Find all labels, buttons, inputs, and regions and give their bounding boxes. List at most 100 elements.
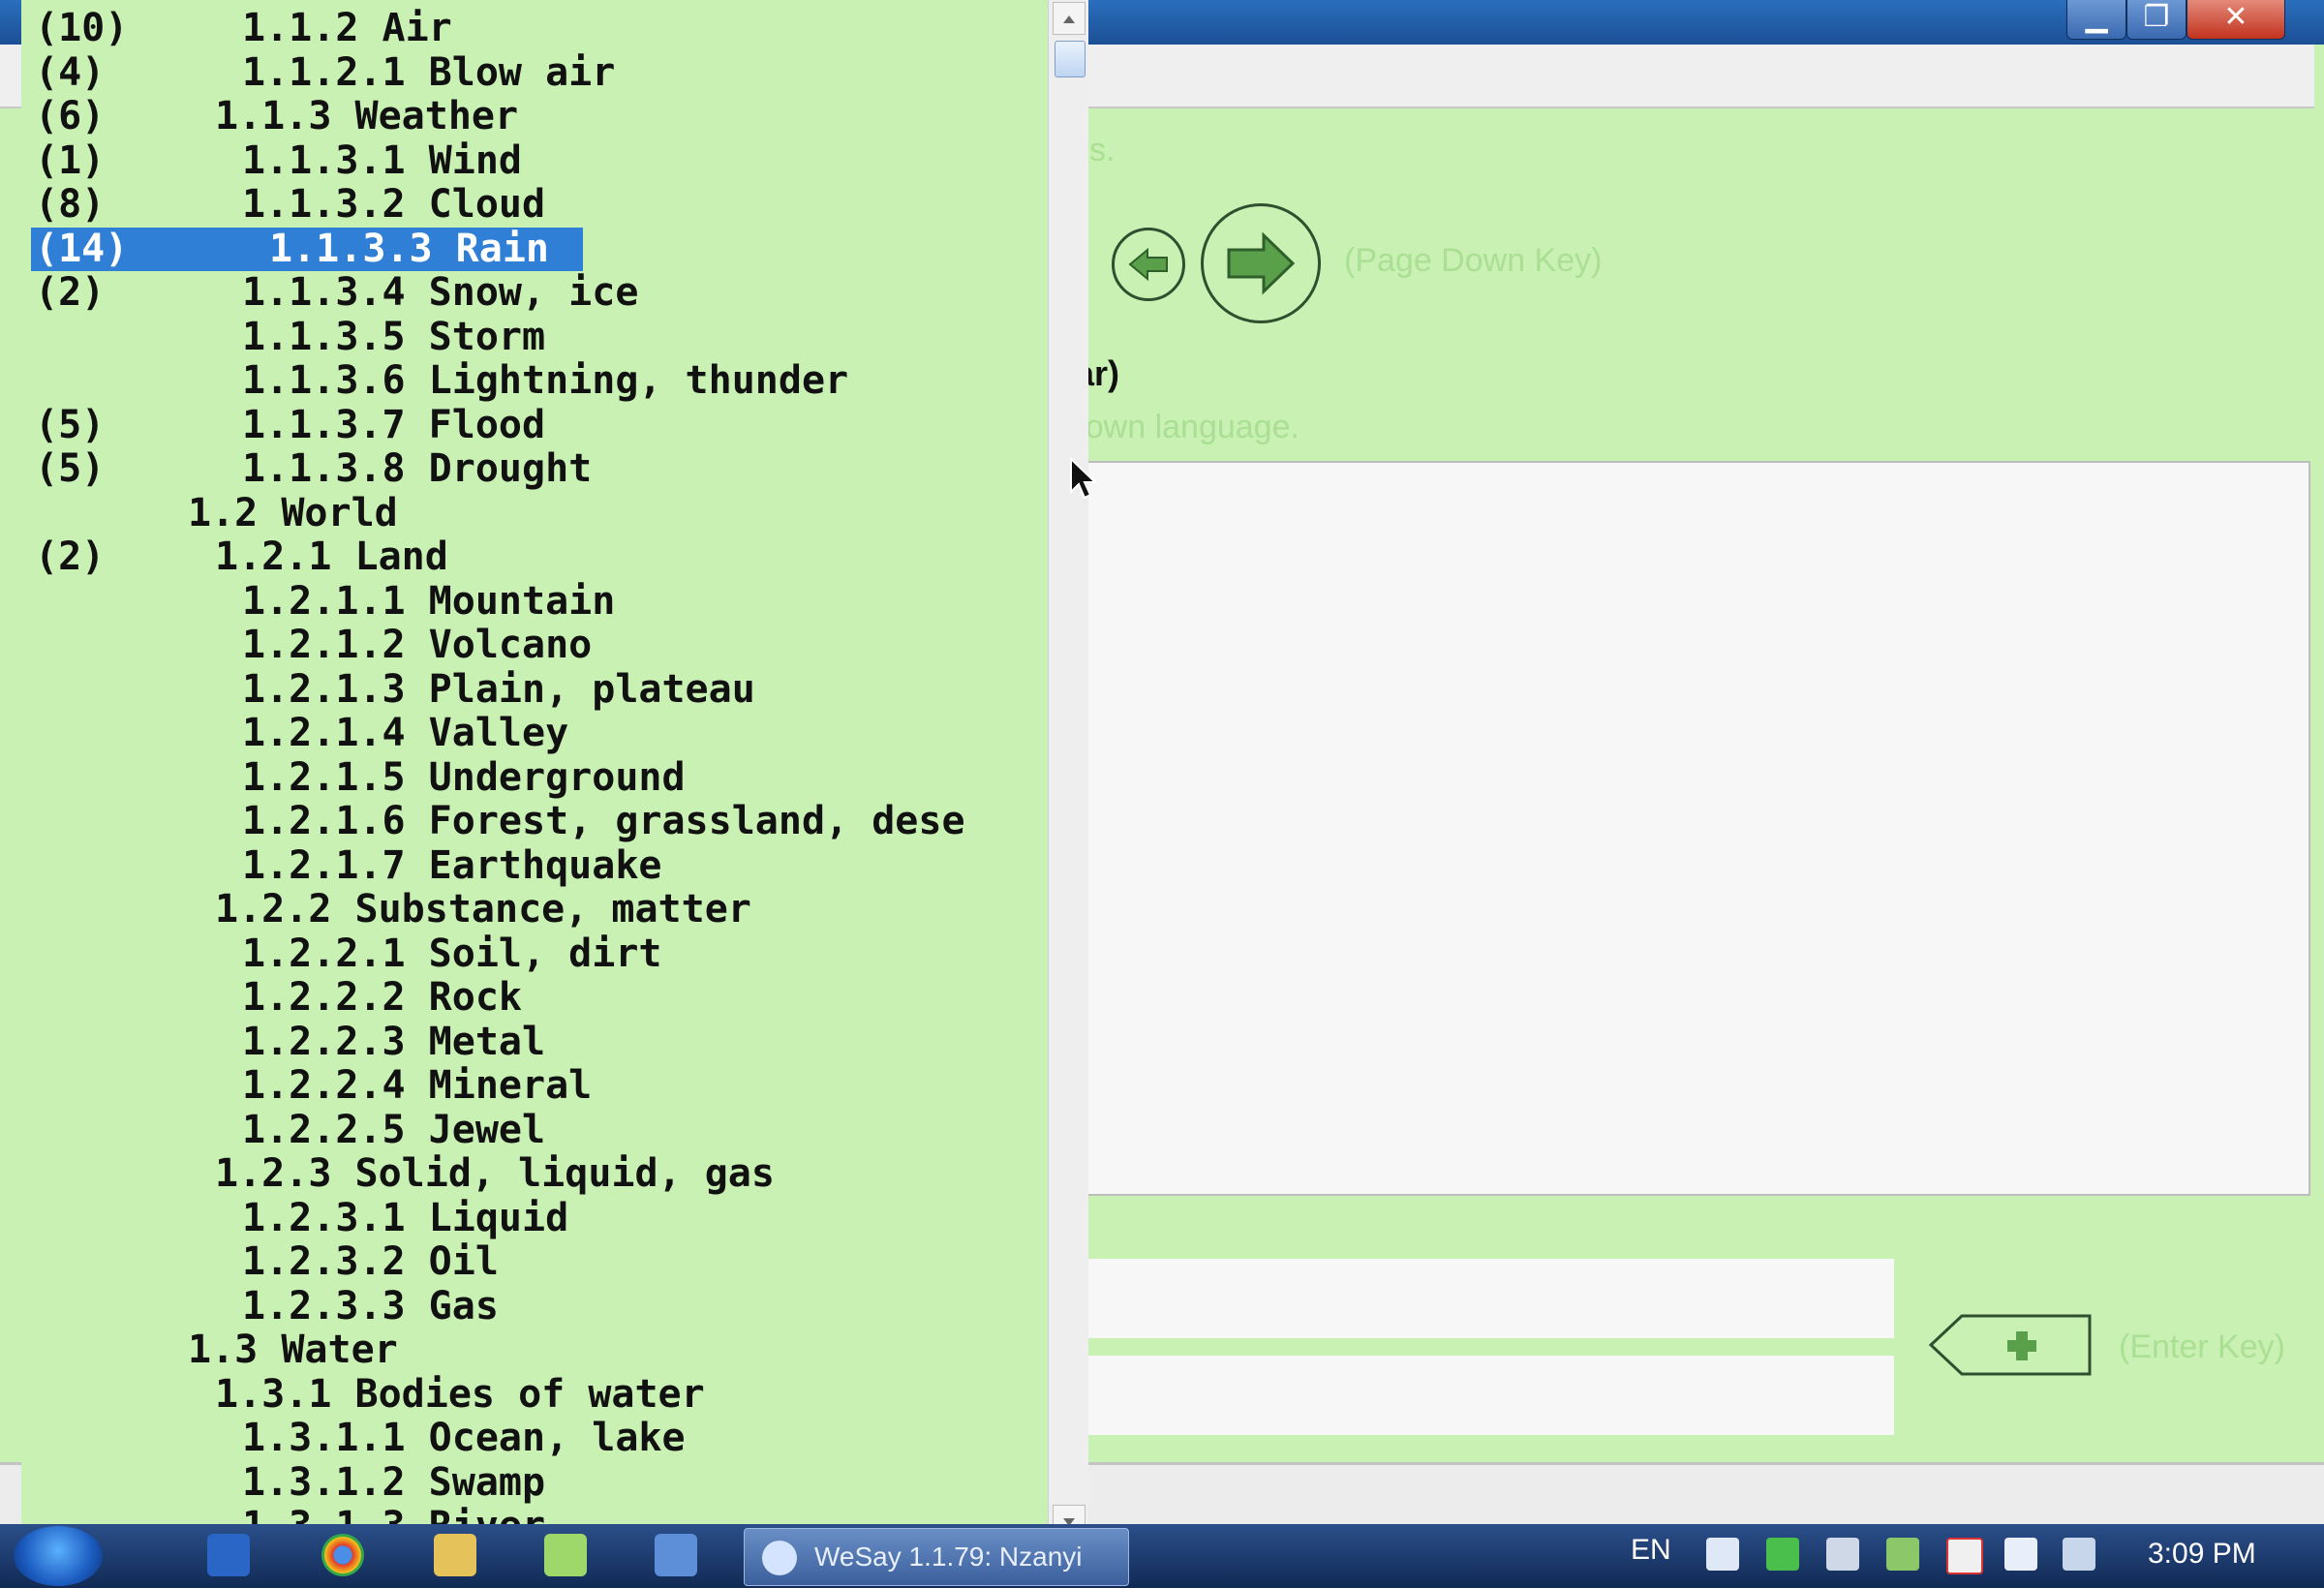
list-item[interactable]: 1.3 Water — [21, 1328, 1048, 1372]
item-label: 1.2.1 Land — [215, 534, 448, 579]
scroll-thumb[interactable] — [1055, 41, 1086, 77]
list-item[interactable]: 1.2.3.1 Liquid — [21, 1196, 1048, 1240]
list-scrollbar[interactable] — [1048, 0, 1088, 1542]
item-label: 1.2 World — [188, 490, 398, 535]
item-label: 1.2.1.2 Volcano — [242, 623, 593, 667]
item-label: 1.2.1.6 Forest, grassland, dese — [242, 799, 965, 843]
word-entry-field-1[interactable] — [1085, 1259, 1894, 1338]
item-label: 1.2.3.3 Gas — [242, 1283, 499, 1328]
arrow-right-icon — [1227, 231, 1296, 295]
list-item[interactable]: (5) 1.1.3.7 Flood — [21, 402, 1048, 447]
internet-explorer-icon[interactable] — [207, 1534, 250, 1576]
taskbar-item-label: WeSay 1.1.79: Nzanyi — [814, 1542, 1083, 1572]
list-item[interactable]: 1.2.2.2 Rock — [21, 976, 1048, 1020]
list-item[interactable]: (2) 1.1.3.4 Snow, ice — [21, 271, 1048, 315]
list-item[interactable]: 1.3.1.2 Swamp — [21, 1459, 1048, 1505]
list-item[interactable]: 1.2.1.1 Mountain — [21, 578, 1048, 624]
item-count: (2) — [35, 270, 106, 315]
list-item[interactable]: 1.2.3.2 Oil — [21, 1240, 1048, 1284]
page-down-hint: (Page Down Key) — [1344, 242, 1603, 279]
list-item[interactable]: 1.2.2.3 Metal — [21, 1019, 1048, 1064]
minimize-button[interactable]: ▁ — [2066, 0, 2126, 40]
item-label: 1.1.2.1 Blow air — [242, 49, 616, 95]
folder-icon[interactable] — [434, 1534, 476, 1576]
list-item[interactable]: (2) 1.2.1 Land — [21, 535, 1048, 579]
network-icon[interactable] — [1886, 1538, 1919, 1571]
list-item[interactable]: (1) 1.1.3.1 Wind — [21, 137, 1048, 183]
list-item[interactable]: 1.2.1.5 Underground — [21, 755, 1048, 800]
start-button[interactable] — [14, 1526, 103, 1586]
plus-tag-icon — [1928, 1314, 2092, 1376]
chrome-icon[interactable] — [321, 1534, 364, 1576]
display-icon[interactable] — [2063, 1538, 2095, 1571]
taskbar: WeSay 1.1.79: Nzanyi EN 3:09 PM — [0, 1524, 2324, 1588]
mouse-cursor-icon — [1070, 457, 1098, 500]
item-label: 1.3.1.2 Swamp — [242, 1459, 546, 1505]
definition-textbox[interactable] — [1085, 461, 2310, 1196]
item-label: 1.1.3.2 Cloud — [242, 182, 546, 227]
chevron-up-icon — [1063, 15, 1075, 23]
item-label: 1.2.2 Substance, matter — [215, 887, 751, 931]
item-label: 1.1.3.8 Drought — [242, 446, 593, 491]
item-label: 1.3.1 Bodies of water — [215, 1371, 705, 1417]
list-item[interactable]: 1.3.1.1 Ocean, lake — [21, 1417, 1048, 1460]
item-label: 1.2.2.3 Metal — [242, 1019, 546, 1064]
list-item-selected[interactable]: (14) 1.1.3.3 Rain — [21, 226, 1048, 271]
word-entry-field-2[interactable] — [1085, 1356, 1894, 1435]
list-item[interactable]: 1.2.1.3 Plain, plateau — [21, 666, 1048, 712]
list-item[interactable]: (5) 1.1.3.8 Drought — [21, 447, 1048, 491]
list-item[interactable]: (4) 1.1.2.1 Blow air — [21, 49, 1048, 95]
semantic-domain-dropdown[interactable]: (10) 1.1.2 Air (4) 1.1.2.1 Blow air (6) 1.1.3… — [21, 0, 1088, 1542]
semantic-domain-list[interactable]: (10) 1.1.2 Air (4) 1.1.2.1 Blow air (6) 1.1.3… — [21, 0, 1048, 1542]
add-word-button[interactable] — [1927, 1312, 2094, 1378]
item-label: 1.2.2.4 Mineral — [242, 1063, 593, 1108]
media-app-icon[interactable] — [655, 1534, 697, 1576]
item-label: 1.1.3.5 Storm — [242, 314, 546, 359]
next-page-button[interactable] — [1201, 203, 1321, 323]
list-item[interactable]: 1.2.2.5 Jewel — [21, 1108, 1048, 1152]
item-count: (4) — [35, 49, 106, 95]
security-check-icon[interactable] — [1766, 1538, 1799, 1571]
item-label: 1.2.1.7 Earthquake — [242, 842, 662, 888]
list-item[interactable]: (8) 1.1.3.2 Cloud — [21, 183, 1048, 227]
item-label: 1.2.1.3 Plain, plateau — [242, 666, 755, 712]
item-label: 1.1.3.7 Flood — [242, 402, 546, 447]
list-item[interactable]: 1.2.3.3 Gas — [21, 1283, 1048, 1328]
partial-instruction-text: s. — [1089, 132, 1116, 168]
list-item[interactable]: 1.2.1.4 Valley — [21, 712, 1048, 755]
list-item[interactable]: 1.2.2.1 Soil, dirt — [21, 931, 1048, 976]
list-item[interactable]: 1.1.3.5 Storm — [21, 314, 1048, 359]
clock[interactable]: 3:09 PM — [2148, 1538, 2256, 1571]
list-item[interactable]: (10) 1.1.2 Air — [21, 7, 1048, 50]
app-tray-icon[interactable] — [1946, 1538, 1983, 1574]
list-item[interactable]: 1.2.2.4 Mineral — [21, 1064, 1048, 1108]
list-item[interactable]: 1.1.3.6 Lightning, thunder — [21, 359, 1048, 403]
previous-page-button[interactable] — [1112, 228, 1185, 301]
item-count: (6) — [35, 94, 106, 138]
volume-icon[interactable] — [1826, 1538, 1859, 1571]
list-item[interactable]: 1.2.1.6 Forest, grassland, dese — [21, 800, 1048, 843]
item-label: 1.1.3.1 Wind — [242, 137, 522, 183]
list-item[interactable]: 1.2.2 Substance, matter — [21, 888, 1048, 931]
scroll-up-button[interactable] — [1053, 2, 1086, 35]
maximize-button[interactable]: ❐ — [2126, 0, 2186, 40]
item-label: 1.2.1.1 Mountain — [242, 578, 616, 624]
taskbar-item-wesay[interactable]: WeSay 1.1.79: Nzanyi — [744, 1528, 1129, 1586]
item-label: 1.3.1.1 Ocean, lake — [242, 1416, 686, 1460]
list-item[interactable]: 1.3.1 Bodies of water — [21, 1371, 1048, 1417]
list-item[interactable]: 1.2.1.7 Earthquake — [21, 842, 1048, 888]
list-item[interactable]: 1.2.3 Solid, liquid, gas — [21, 1152, 1048, 1196]
item-label: 1.1.3.3 Rain — [269, 226, 549, 271]
wesay-icon — [762, 1541, 797, 1575]
list-item[interactable]: 1.2.1.2 Volcano — [21, 624, 1048, 667]
flag-icon[interactable] — [2004, 1538, 2037, 1571]
item-label: 1.1.2 Air — [242, 6, 452, 50]
notepad-icon[interactable] — [544, 1534, 587, 1576]
arrow-left-icon — [1128, 247, 1168, 282]
keyboard-icon[interactable] — [1706, 1538, 1739, 1571]
list-item[interactable]: 1.2 World — [21, 490, 1048, 535]
close-button[interactable]: ✕ — [2186, 0, 2285, 40]
list-item[interactable]: (6) 1.1.3 Weather — [21, 95, 1048, 138]
item-label: 1.2.3 Solid, liquid, gas — [215, 1151, 775, 1196]
language-indicator[interactable]: EN — [1631, 1534, 1671, 1567]
